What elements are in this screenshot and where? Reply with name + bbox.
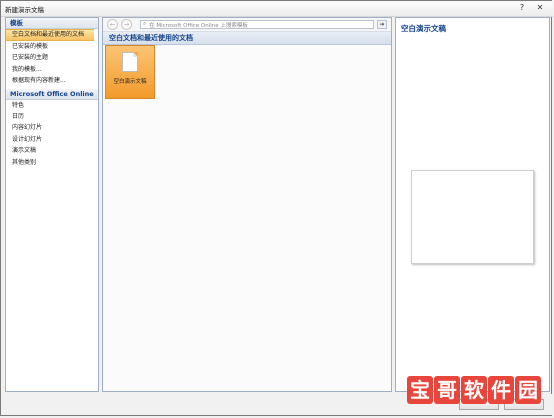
- sidebar-item-blank-and-recent[interactable]: 空白文档和最近使用的文档: [6, 29, 94, 41]
- tile-label: 空白演示文稿: [113, 79, 147, 85]
- new-presentation-dialog: 新建演示文稿 ? ✕ 模板 空白文档和最近使用的文档 已安装的模板 已安装的主题…: [0, 0, 553, 416]
- template-search-input[interactable]: ⌕ 在 Microsoft Office Online 上搜索模板: [140, 20, 374, 29]
- sidebar-item-installed-templates[interactable]: 已安装的模板: [6, 41, 98, 52]
- online-header: Microsoft Office Online: [6, 88, 98, 100]
- watermark-char: 软: [461, 376, 487, 404]
- sidebar-item-content-slides[interactable]: 内容幻灯片: [6, 122, 98, 133]
- search-placeholder: 在 Microsoft Office Online 上搜索模板: [149, 22, 248, 29]
- back-arrow-icon[interactable]: ←: [107, 19, 118, 30]
- sidebar-item-installed-themes[interactable]: 已安装的主题: [6, 52, 98, 63]
- templates-header: 模板: [6, 18, 98, 29]
- preview-title: 空白演示文稿: [401, 24, 446, 33]
- window-title: 新建演示文稿: [5, 6, 44, 14]
- sidebar-item-more-categories[interactable]: 其他类别: [6, 157, 98, 168]
- blank-presentation-tile[interactable]: 空白演示文稿: [105, 45, 155, 99]
- sidebar-item-featured[interactable]: 特色: [6, 100, 98, 111]
- watermark-char: 园: [515, 376, 541, 404]
- sidebar-item-my-templates[interactable]: 我的模板...: [6, 64, 98, 75]
- preview-pane: 空白演示文稿: [395, 17, 550, 392]
- forward-arrow-icon[interactable]: →: [121, 19, 132, 30]
- title-bar: 新建演示文稿 ? ✕: [1, 1, 553, 17]
- sidebar-item-design-slides[interactable]: 设计幻灯片: [6, 134, 98, 145]
- watermark-char: 哥: [434, 376, 460, 404]
- close-icon[interactable]: ✕: [533, 2, 547, 13]
- templates-content: ← → ⌕ 在 Microsoft Office Online 上搜索模板 ➔ …: [102, 17, 392, 392]
- sidebar-item-calendars[interactable]: 日历: [6, 111, 98, 122]
- watermark-logo: 宝 哥 软 件 园: [407, 375, 541, 405]
- watermark-char: 件: [488, 376, 514, 404]
- sidebar-item-new-from-existing[interactable]: 根据现有内容新建...: [6, 75, 98, 86]
- search-go-button[interactable]: ➔: [377, 20, 387, 29]
- watermark-char: 宝: [407, 376, 433, 404]
- templates-sidebar: 模板 空白文档和最近使用的文档 已安装的模板 已安装的主题 我的模板... 根据…: [5, 17, 99, 392]
- help-icon[interactable]: ?: [515, 2, 529, 13]
- section-title: 空白文档和最近使用的文档: [103, 32, 391, 45]
- magnifier-icon: ⌕: [143, 21, 147, 27]
- blank-document-icon: [122, 52, 138, 72]
- sidebar-item-presentations[interactable]: 演示文稿: [6, 145, 98, 156]
- slide-preview-thumbnail: [411, 170, 534, 264]
- search-toolbar: ← → ⌕ 在 Microsoft Office Online 上搜索模板 ➔: [103, 18, 391, 32]
